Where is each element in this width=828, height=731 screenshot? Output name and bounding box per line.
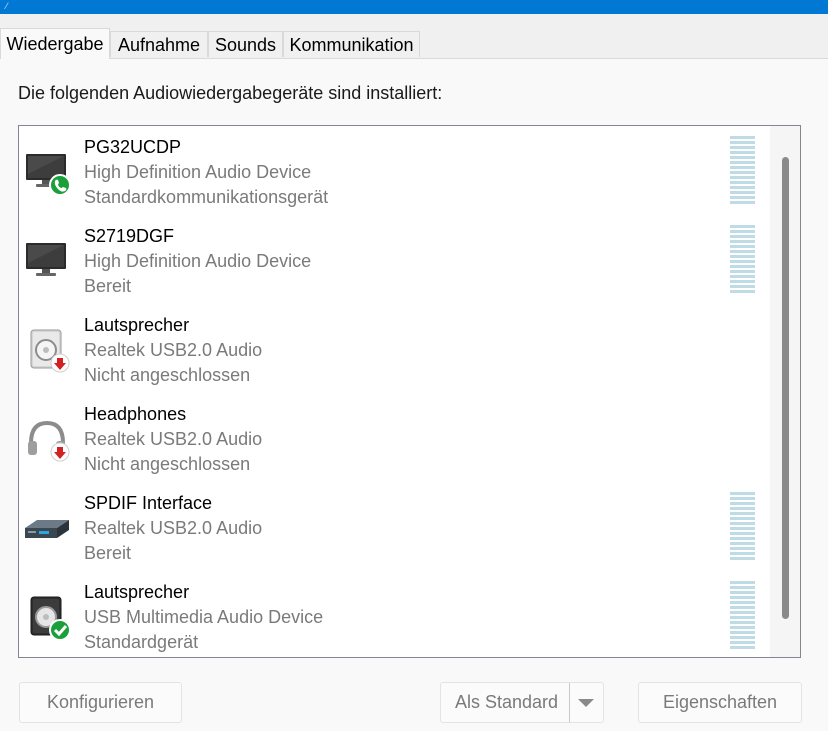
device-item-lautsprecher-usb[interactable]: Lautsprecher USB Multimedia Audio Device…: [19, 571, 769, 657]
scrollbar-thumb[interactable]: [782, 157, 789, 619]
tab-aufnahme[interactable]: Aufnahme: [110, 31, 208, 57]
device-item-headphones[interactable]: Headphones Realtek USB2.0 Audio Nicht an…: [19, 393, 769, 482]
tab-kommunikation[interactable]: Kommunikation: [283, 31, 420, 57]
window-corner-mark: ⁄: [6, 1, 8, 11]
properties-button[interactable]: Eigenschaften: [638, 682, 802, 723]
configure-button[interactable]: Konfigurieren: [19, 682, 182, 723]
device-driver: Realtek USB2.0 Audio: [84, 518, 263, 538]
device-status: Bereit: [84, 543, 132, 563]
level-meter: [730, 492, 755, 562]
speaker-icon: [30, 596, 71, 641]
device-item-lautsprecher-realtek[interactable]: Lautsprecher Realtek USB2.0 Audio Nicht …: [19, 304, 769, 393]
headphones-icon: [28, 420, 70, 462]
device-driver: High Definition Audio Device: [84, 251, 312, 271]
device-name: PG32UCDP: [84, 137, 182, 157]
device-list-scrollbar[interactable]: [770, 126, 800, 657]
speaker-icon: [30, 329, 70, 373]
set-default-split-button[interactable]: Als Standard: [440, 682, 604, 723]
tab-sounds[interactable]: Sounds: [208, 31, 283, 57]
phone-badge-icon: [49, 174, 71, 196]
disconnected-badge-icon: [50, 442, 70, 462]
set-default-label[interactable]: Als Standard: [455, 683, 558, 722]
device-status: Bereit: [84, 276, 132, 296]
chevron-down-icon[interactable]: [569, 683, 603, 722]
device-item-spdif[interactable]: SPDIF Interface Realtek USB2.0 Audio Ber…: [19, 482, 769, 571]
disconnected-badge-icon: [50, 353, 70, 373]
level-meter: [730, 225, 755, 295]
level-meter: [730, 581, 755, 651]
device-status: Nicht angeschlossen: [84, 365, 251, 385]
default-check-badge-icon: [49, 619, 71, 641]
level-meter: [730, 136, 755, 206]
monitor-icon: [26, 154, 71, 196]
device-status: Standardkommunikationsgerät: [84, 187, 329, 207]
tab-wiedergabe[interactable]: Wiedergabe: [0, 28, 110, 59]
tab-strip: Wiedergabe Aufnahme Sounds Kommunikation: [0, 28, 828, 59]
device-name: Lautsprecher: [84, 582, 190, 602]
device-status: Nicht angeschlossen: [84, 454, 251, 474]
device-name: Headphones: [84, 404, 187, 424]
device-driver: USB Multimedia Audio Device: [84, 607, 324, 627]
device-name: SPDIF Interface: [84, 493, 213, 513]
device-driver: Realtek USB2.0 Audio: [84, 429, 263, 449]
device-driver: Realtek USB2.0 Audio: [84, 340, 263, 360]
window-titlebar: ⁄: [0, 0, 828, 14]
monitor-icon: [26, 243, 66, 276]
device-status: Standardgerät: [84, 632, 199, 652]
device-item-pg32ucdp[interactable]: PG32UCDP High Definition Audio Device St…: [19, 126, 769, 215]
playback-panel: Die folgenden Audiowiedergabegeräte sind…: [0, 59, 828, 731]
device-driver: High Definition Audio Device: [84, 162, 312, 182]
device-name: S2719DGF: [84, 226, 175, 246]
spdif-device-icon: [25, 520, 69, 538]
device-item-s2719dgf[interactable]: S2719DGF High Definition Audio Device Be…: [19, 215, 769, 304]
intro-text: Die folgenden Audiowiedergabegeräte sind…: [18, 83, 443, 103]
device-name: Lautsprecher: [84, 315, 190, 335]
device-list[interactable]: PG32UCDP High Definition Audio Device St…: [18, 125, 801, 658]
